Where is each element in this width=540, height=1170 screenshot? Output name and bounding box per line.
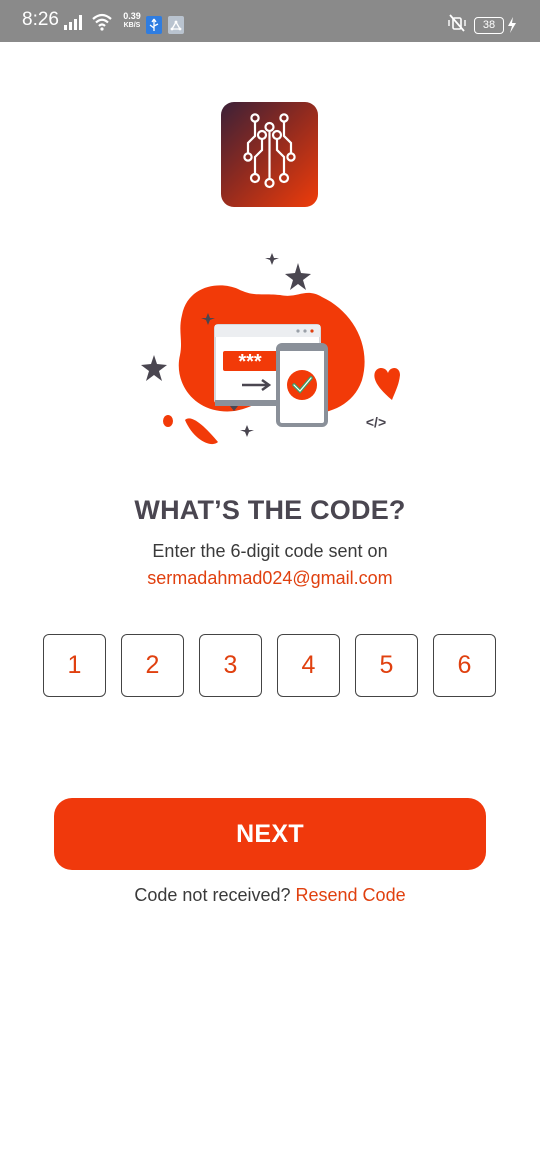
signal-icon xyxy=(64,15,82,30)
otp-digit-3[interactable]: 3 xyxy=(199,634,262,697)
network-speed: 0.39 KB/S xyxy=(118,12,146,30)
star-icon xyxy=(141,355,167,381)
blob-drop xyxy=(185,418,218,445)
app-logo xyxy=(221,102,318,207)
heart-icon xyxy=(374,367,400,400)
resend-prompt: Code not received? xyxy=(134,885,291,905)
battery-icon: 38 xyxy=(474,17,504,34)
usb-icon xyxy=(146,16,162,34)
small-dot xyxy=(163,415,173,427)
status-time: 8:26 xyxy=(22,9,59,30)
status-bar: 8:26 0.39 KB/S 38 xyxy=(0,0,540,42)
star-icon xyxy=(285,263,311,290)
page-title: WHAT’S THE CODE? xyxy=(134,495,406,525)
folder-icon xyxy=(168,16,184,34)
check-circle xyxy=(287,370,317,400)
next-button[interactable]: NEXT xyxy=(54,798,486,870)
otp-input-row: 1 2 3 4 5 6 xyxy=(43,634,497,697)
otp-digit-2[interactable]: 2 xyxy=(121,634,184,697)
resend-code-link[interactable]: Resend Code xyxy=(296,885,406,905)
circuit-logo-icon xyxy=(243,113,296,189)
otp-digit-4[interactable]: 4 xyxy=(277,634,340,697)
otp-digit-5[interactable]: 5 xyxy=(355,634,418,697)
speed-unit: KB/S xyxy=(123,22,141,29)
password-mask: *** xyxy=(238,351,262,373)
wifi-icon xyxy=(92,13,112,31)
resend-row: Code not received? Resend Code xyxy=(0,885,540,906)
mute-icon xyxy=(448,14,466,32)
email-address: sermadahmad024@gmail.com xyxy=(147,568,393,588)
instruction-text: Enter the 6-digit code sent on xyxy=(152,541,388,561)
otp-digit-1[interactable]: 1 xyxy=(43,634,106,697)
sparkle-icon xyxy=(240,425,254,437)
otp-digit-6[interactable]: 6 xyxy=(433,634,496,697)
sparkle-icon xyxy=(265,253,279,265)
speed-value: 0.39 xyxy=(123,11,141,21)
code-tag: </> xyxy=(366,414,386,430)
charging-icon xyxy=(508,17,516,33)
verification-illustration: </> *** xyxy=(141,253,400,445)
